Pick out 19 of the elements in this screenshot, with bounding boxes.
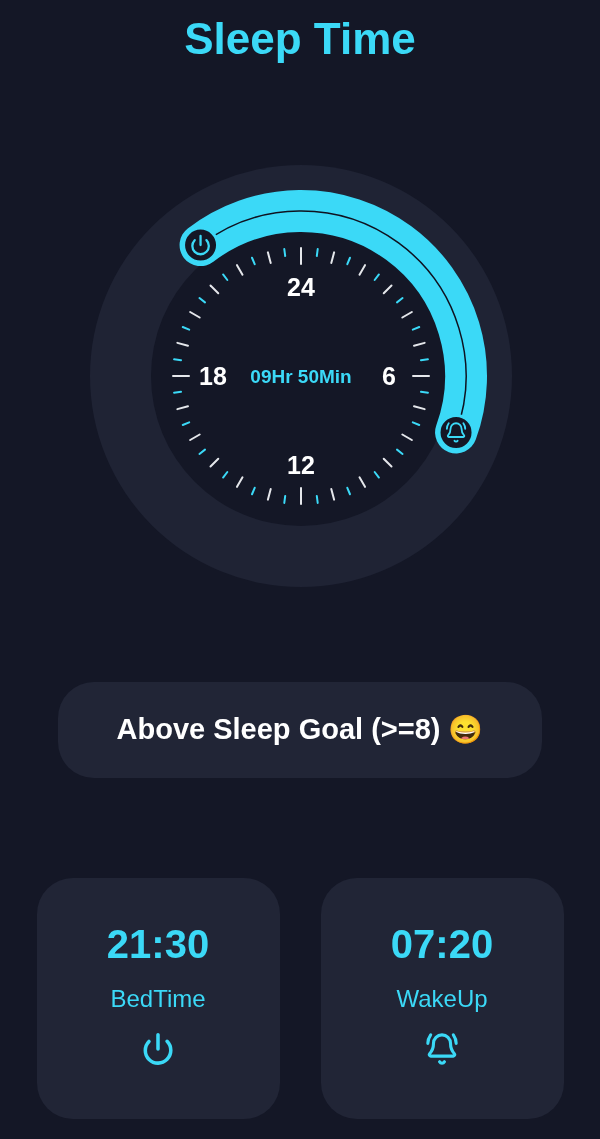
power-icon: [141, 1032, 175, 1066]
time-value: 21:30: [106, 921, 210, 968]
time-card[interactable]: 21:30 BedTime: [36, 878, 280, 1119]
hour-label: 12: [287, 451, 315, 479]
sleep-goal-text: Above Sleep Goal (>=8): [116, 712, 441, 748]
time-label: BedTime: [110, 984, 206, 1014]
power-icon: [192, 235, 209, 255]
time-label: WakeUp: [396, 984, 488, 1014]
bell-icon: [425, 1032, 459, 1066]
hour-label: 6: [382, 362, 396, 390]
hour-label: 24: [287, 273, 315, 301]
bell-icon: [446, 423, 466, 442]
time-value: 07:20: [390, 921, 494, 968]
page-title: Sleep Time: [184, 13, 416, 65]
hour-label: 18: [199, 362, 227, 390]
smile-emoji: 😄: [448, 713, 484, 747]
time-card[interactable]: 07:20 WakeUp: [320, 878, 564, 1119]
sleep-arc[interactable]: [179, 190, 487, 454]
sleep-duration: 09Hr 50Min: [250, 365, 352, 387]
